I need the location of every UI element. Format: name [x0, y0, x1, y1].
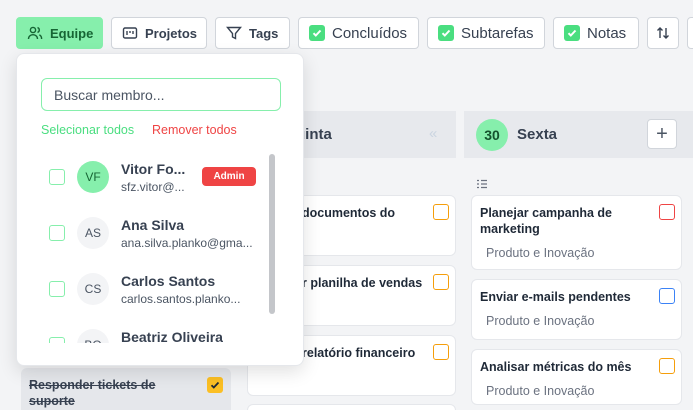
- task-title: relatório financeiro: [302, 346, 416, 360]
- task-title: Planejar campanha de marketing: [480, 206, 613, 236]
- task-title: Analisar métricas do mês: [480, 360, 632, 374]
- scrollbar-thumb[interactable]: [269, 154, 275, 314]
- member-name: Carlos Santos: [121, 273, 216, 289]
- member-email: sfz.vitor@...: [121, 180, 185, 194]
- filter-icon: [226, 26, 242, 40]
- notes-toggle-label: Notas: [587, 24, 627, 42]
- admin-badge: Admin: [202, 167, 256, 186]
- member-list-scrollbar[interactable]: [267, 154, 277, 344]
- task-checkbox-checked[interactable]: [207, 377, 223, 393]
- avatar: BO: [77, 329, 109, 343]
- chevrons-left-icon[interactable]: «: [429, 125, 437, 142]
- check-icon: [210, 381, 220, 389]
- list-icon[interactable]: [476, 179, 488, 189]
- member-checkbox[interactable]: [49, 337, 65, 343]
- notes-checkbox[interactable]: [564, 25, 580, 41]
- completed-toggle[interactable]: Concluídos: [298, 17, 419, 49]
- friday-day-number: 30: [476, 118, 508, 151]
- sort-icon: [657, 27, 669, 39]
- task-project: Produto e Inovação: [486, 314, 595, 328]
- check-icon: [567, 29, 577, 37]
- more-toolbar-button[interactable]: [687, 17, 693, 49]
- friday-day-name: Sexta: [517, 126, 558, 143]
- member-item[interactable]: BO Beatriz Oliveira: [17, 317, 267, 343]
- check-icon: [312, 29, 322, 37]
- member-checkbox[interactable]: [49, 169, 65, 185]
- subtasks-checkbox[interactable]: [438, 25, 454, 41]
- member-name: Ana Silva: [121, 217, 185, 233]
- task-checkbox[interactable]: [433, 204, 449, 220]
- member-email: carlos.santos.planko...: [121, 292, 241, 306]
- select-all-link[interactable]: Selecionar todos: [41, 123, 134, 137]
- sort-button[interactable]: [647, 17, 679, 49]
- thursday-task-card[interactable]: [247, 404, 456, 410]
- member-checkbox[interactable]: [49, 281, 65, 297]
- friday-task-card[interactable]: Analisar métricas do mês Produto e Inova…: [471, 349, 682, 405]
- task-checkbox[interactable]: [433, 274, 449, 290]
- member-name: Beatriz Oliveira: [121, 329, 223, 343]
- task-title: Responder tickets de suporte: [29, 378, 156, 408]
- notes-toggle[interactable]: Notas: [553, 17, 639, 49]
- team-filter-button[interactable]: Equipe: [16, 17, 103, 49]
- team-filter-label: Equipe: [50, 25, 94, 41]
- task-checkbox[interactable]: [659, 204, 675, 220]
- check-icon: [441, 29, 451, 37]
- plus-icon: +: [656, 122, 668, 145]
- tags-filter-button[interactable]: Tags: [215, 17, 290, 49]
- member-item[interactable]: VF Vitor Fo... sfz.vitor@... Admin: [17, 149, 267, 205]
- subtasks-toggle[interactable]: Subtarefas: [427, 17, 545, 49]
- subtasks-toggle-label: Subtarefas: [461, 24, 534, 42]
- avatar: CS: [77, 273, 109, 305]
- member-checkbox[interactable]: [49, 225, 65, 241]
- projects-filter-label: Projetos: [145, 25, 198, 41]
- member-search-input[interactable]: [41, 78, 281, 111]
- projects-filter-button[interactable]: Projetos: [111, 17, 207, 49]
- task-project: Produto e Inovação: [486, 246, 595, 260]
- remove-all-link[interactable]: Remover todos: [152, 123, 237, 137]
- add-task-button[interactable]: +: [647, 119, 677, 149]
- task-checkbox[interactable]: [433, 344, 449, 360]
- friday-task-card[interactable]: Planejar campanha de marketing Produto e…: [471, 195, 682, 270]
- avatar: VF: [77, 161, 109, 193]
- task-title: documentos do: [302, 206, 396, 220]
- tags-filter-label: Tags: [249, 25, 279, 41]
- team-filter-dropdown: Selecionar todos Remover todos VF Vitor …: [16, 53, 304, 366]
- projects-icon: [122, 27, 138, 39]
- task-checkbox[interactable]: [659, 358, 675, 374]
- task-checkbox[interactable]: [659, 288, 675, 304]
- completed-toggle-label: Concluídos: [332, 24, 408, 42]
- task-project: Produto e Inovação: [486, 384, 595, 398]
- member-item[interactable]: AS Ana Silva ana.silva.planko@gma...: [17, 205, 267, 261]
- users-icon: [27, 26, 43, 40]
- friday-task-card[interactable]: Enviar e-mails pendentes Produto e Inova…: [471, 279, 682, 340]
- avatar: AS: [77, 217, 109, 249]
- member-item[interactable]: CS Carlos Santos carlos.santos.planko...: [17, 261, 267, 317]
- member-name: Vitor Fo...: [121, 161, 186, 177]
- task-title: Enviar e-mails pendentes: [480, 290, 631, 304]
- task-title: r planilha de vendas: [302, 276, 423, 290]
- completed-task-card[interactable]: Responder tickets de suporte: [21, 368, 231, 410]
- completed-checkbox[interactable]: [309, 25, 325, 41]
- member-email: ana.silva.planko@gma...: [121, 236, 253, 250]
